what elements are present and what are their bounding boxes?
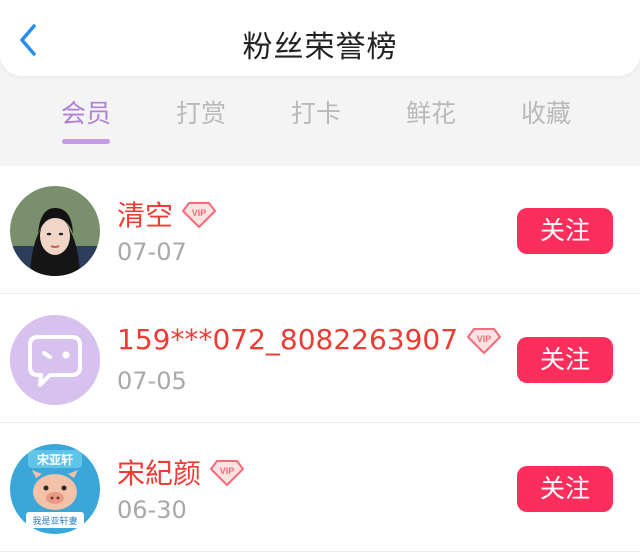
avatar-text: 宋亚轩 [37, 452, 73, 467]
page-title: 粉丝荣誉榜 [242, 30, 398, 65]
follow-button[interactable]: 关注 [517, 208, 613, 254]
tab-label: 打赏 [175, 99, 226, 128]
tab-checkin[interactable]: 打卡 [276, 88, 356, 148]
vip-diamond-icon: VIP [182, 202, 217, 228]
list-item[interactable]: 宋亚轩 我是亚轩妻 宋紀颜 VIP 06-30 关注 [0, 424, 640, 552]
vip-label: VIP [220, 466, 235, 476]
fan-list: 清空 VIP 07-07 关注 159***072_8082263907 VIP [0, 166, 640, 552]
fan-date: 06-30 [117, 496, 187, 524]
avatar[interactable] [10, 186, 100, 276]
tab-label: 打卡 [290, 99, 341, 128]
fan-name: 清空 [117, 199, 174, 232]
avatar[interactable]: 宋亚轩 我是亚轩妻 [10, 444, 100, 534]
tab-favorites[interactable]: 收藏 [506, 88, 586, 148]
tab-flowers[interactable]: 鲜花 [391, 88, 471, 148]
tab-bar: 会员 打赏 打卡 鲜花 收藏 [0, 88, 640, 148]
vip-label: VIP [192, 208, 207, 218]
cartoon-pig-avatar-image: 宋亚轩 我是亚轩妻 [10, 444, 100, 534]
vip-label: VIP [477, 334, 492, 344]
top-bar: 粉丝荣誉榜 [0, 0, 640, 76]
photo-avatar-image [10, 186, 100, 276]
tab-label: 收藏 [520, 99, 571, 128]
fan-date: 07-07 [117, 238, 187, 266]
fan-name-row: 清空 VIP [117, 194, 217, 234]
active-tab-indicator [62, 139, 110, 144]
vip-diamond-icon: VIP [467, 327, 502, 354]
fan-name-row: 宋紀颜 VIP [117, 452, 245, 492]
fan-date: 07-05 [117, 367, 187, 395]
avatar[interactable] [10, 315, 100, 405]
fan-name: 宋紀颜 [117, 457, 202, 490]
chat-bubble-icon [10, 315, 100, 405]
tab-reward[interactable]: 打赏 [161, 88, 241, 148]
fan-name-row: 159***072_8082263907 VIP [117, 323, 502, 356]
follow-button[interactable]: 关注 [517, 337, 613, 383]
list-item[interactable]: 清空 VIP 07-07 关注 [0, 166, 640, 294]
list-item[interactable]: 159***072_8082263907 VIP 07-05 关注 [0, 295, 640, 423]
tab-label: 会员 [60, 99, 111, 128]
fan-name: 159***072_8082263907 [117, 323, 459, 356]
avatar-text: 我是亚轩妻 [32, 515, 77, 527]
vip-diamond-icon: VIP [210, 460, 245, 486]
tab-member[interactable]: 会员 [46, 88, 126, 148]
tab-label: 鲜花 [405, 99, 456, 128]
follow-button[interactable]: 关注 [517, 466, 613, 512]
